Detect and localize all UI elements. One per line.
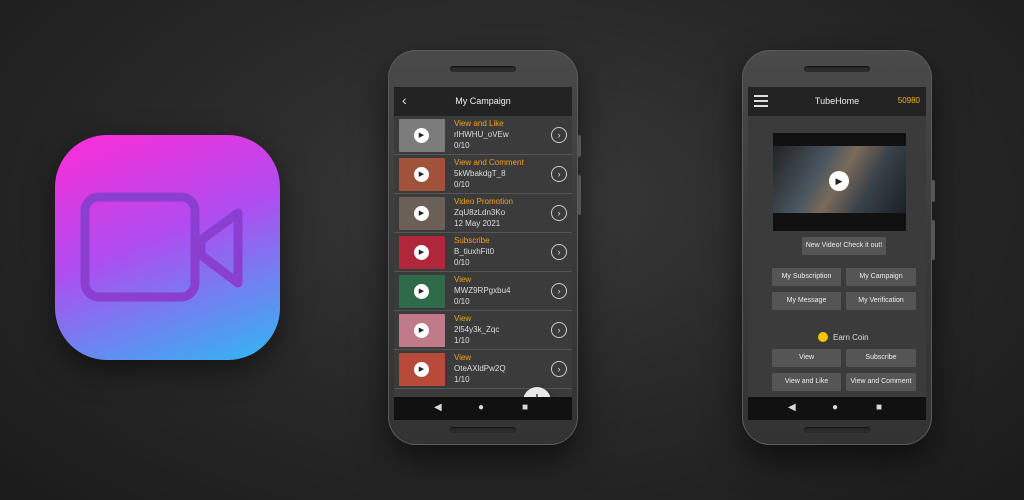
video-thumbnail: ▶ bbox=[399, 314, 445, 347]
video-id: ZqU8zLdn3Ko bbox=[454, 208, 506, 217]
campaign-progress: 12 May 2021 bbox=[454, 219, 501, 228]
video-camera-icon bbox=[80, 192, 243, 302]
system-nav-bar: ◀ ● ■ bbox=[394, 397, 572, 420]
list-item[interactable]: ▶ View MWZ9RPgxbu4 0/10 › bbox=[394, 272, 572, 311]
speaker-grille bbox=[804, 427, 870, 433]
campaign-type: Subscribe bbox=[454, 236, 490, 245]
campaign-progress: 1/10 bbox=[454, 336, 470, 345]
campaign-type: View and Like bbox=[454, 119, 504, 128]
earn-view-button[interactable]: View bbox=[772, 349, 841, 367]
chevron-right-icon[interactable]: › bbox=[551, 322, 567, 338]
coin-balance: 50980 bbox=[897, 96, 920, 105]
list-item[interactable]: ▶ View 2l54y3k_Zqc 1/10 › bbox=[394, 311, 572, 350]
video-thumbnail: ▶ bbox=[399, 119, 445, 152]
play-icon: ▶ bbox=[414, 206, 429, 221]
chevron-right-icon[interactable]: › bbox=[551, 361, 567, 377]
my-verification-button[interactable]: My Verification bbox=[846, 292, 916, 310]
video-thumbnail: ▶ bbox=[399, 353, 445, 386]
campaign-progress: 0/10 bbox=[454, 297, 470, 306]
app-bar: ‹ My Campaign bbox=[394, 87, 572, 116]
video-id: MWZ9RPgxbu4 bbox=[454, 286, 511, 295]
video-id: OteAXldPw2Q bbox=[454, 364, 506, 373]
nav-home-icon[interactable]: ● bbox=[478, 402, 484, 413]
coin-icon bbox=[818, 332, 828, 342]
earn-view-and-comment-button[interactable]: View and Comment bbox=[846, 373, 916, 391]
campaign-type: Video Promotion bbox=[454, 197, 513, 206]
earn-coin-label: Earn Coin bbox=[833, 333, 869, 342]
campaign-type: View bbox=[454, 353, 472, 362]
list-item[interactable]: ▶ View and Like rlHWHU_oVEw 0/10 › bbox=[394, 116, 572, 155]
volume-button bbox=[578, 175, 581, 215]
play-icon: ▶ bbox=[414, 128, 429, 143]
power-button bbox=[932, 180, 935, 202]
new-video-button[interactable]: New Video! Check it out! bbox=[802, 237, 886, 255]
earn-coin-header: Earn Coin bbox=[818, 332, 869, 342]
chevron-right-icon[interactable]: › bbox=[551, 205, 567, 221]
phone-home: TubeHome 50980 ▶ New Video! Check it out… bbox=[742, 50, 935, 445]
my-campaign-button[interactable]: My Campaign bbox=[846, 268, 916, 286]
campaign-progress: 1/10 bbox=[454, 375, 470, 384]
video-id: 2l54y3k_Zqc bbox=[454, 325, 500, 334]
list-item[interactable]: ▶ Subscribe B_tiuxhFit0 0/10 › bbox=[394, 233, 572, 272]
nav-back-icon[interactable]: ◀ bbox=[434, 402, 442, 413]
play-icon: ▶ bbox=[414, 167, 429, 182]
app-icon bbox=[55, 135, 280, 360]
nav-back-icon[interactable]: ◀ bbox=[788, 402, 796, 413]
chevron-right-icon[interactable]: › bbox=[551, 166, 567, 182]
campaign-progress: 0/10 bbox=[454, 180, 470, 189]
campaign-list: ▶ View and Like rlHWHU_oVEw 0/10 › ▶ Vie… bbox=[394, 116, 572, 397]
phone-campaign: ‹ My Campaign ▶ View and Like rlHWHU_oVE… bbox=[388, 50, 581, 445]
page-title: My Campaign bbox=[455, 96, 511, 106]
chevron-right-icon[interactable]: › bbox=[551, 283, 567, 299]
list-item[interactable]: ▶ View and Comment 5kWbakdgT_8 0/10 › bbox=[394, 155, 572, 194]
campaign-screen: ‹ My Campaign ▶ View and Like rlHWHU_oVE… bbox=[394, 87, 572, 420]
app-bar: TubeHome 50980 bbox=[748, 87, 926, 116]
video-id: B_tiuxhFit0 bbox=[454, 247, 495, 256]
nav-recent-icon[interactable]: ■ bbox=[522, 402, 528, 413]
power-button bbox=[578, 135, 581, 157]
chevron-right-icon[interactable]: › bbox=[551, 244, 567, 260]
list-item[interactable]: ▶ View OteAXldPw2Q 1/10 › bbox=[394, 350, 572, 389]
video-thumbnail: ▶ bbox=[399, 275, 445, 308]
play-icon: ▶ bbox=[414, 362, 429, 377]
campaign-progress: 0/10 bbox=[454, 258, 470, 267]
play-icon: ▶ bbox=[414, 323, 429, 338]
campaign-type: View bbox=[454, 314, 472, 323]
video-id: rlHWHU_oVEw bbox=[454, 130, 509, 139]
volume-button bbox=[932, 220, 935, 260]
earn-subscribe-button[interactable]: Subscribe bbox=[846, 349, 916, 367]
list-item[interactable]: ▶ Video Promotion ZqU8zLdn3Ko 12 May 202… bbox=[394, 194, 572, 233]
featured-video[interactable]: ▶ bbox=[773, 133, 906, 231]
video-thumbnail: ▶ bbox=[399, 158, 445, 191]
video-thumbnail: ▶ bbox=[399, 197, 445, 230]
nav-recent-icon[interactable]: ■ bbox=[876, 402, 882, 413]
campaign-type: View and Comment bbox=[454, 158, 524, 167]
campaign-progress: 0/10 bbox=[454, 141, 470, 150]
earn-view-and-like-button[interactable]: View and Like bbox=[772, 373, 841, 391]
speaker-grille bbox=[450, 427, 516, 433]
play-icon[interactable]: ▶ bbox=[829, 171, 849, 191]
my-message-button[interactable]: My Message bbox=[772, 292, 841, 310]
video-thumbnail: ▶ bbox=[399, 236, 445, 269]
campaign-type: View bbox=[454, 275, 472, 284]
play-icon: ▶ bbox=[414, 245, 429, 260]
chevron-right-icon[interactable]: › bbox=[551, 127, 567, 143]
home-screen: TubeHome 50980 ▶ New Video! Check it out… bbox=[748, 87, 926, 420]
nav-home-icon[interactable]: ● bbox=[832, 402, 838, 413]
speaker-grille bbox=[804, 66, 870, 72]
play-icon: ▶ bbox=[414, 284, 429, 299]
system-nav-bar: ◀ ● ■ bbox=[748, 397, 926, 420]
speaker-grille bbox=[450, 66, 516, 72]
my-subscription-button[interactable]: My Subscription bbox=[772, 268, 841, 286]
video-id: 5kWbakdgT_8 bbox=[454, 169, 506, 178]
